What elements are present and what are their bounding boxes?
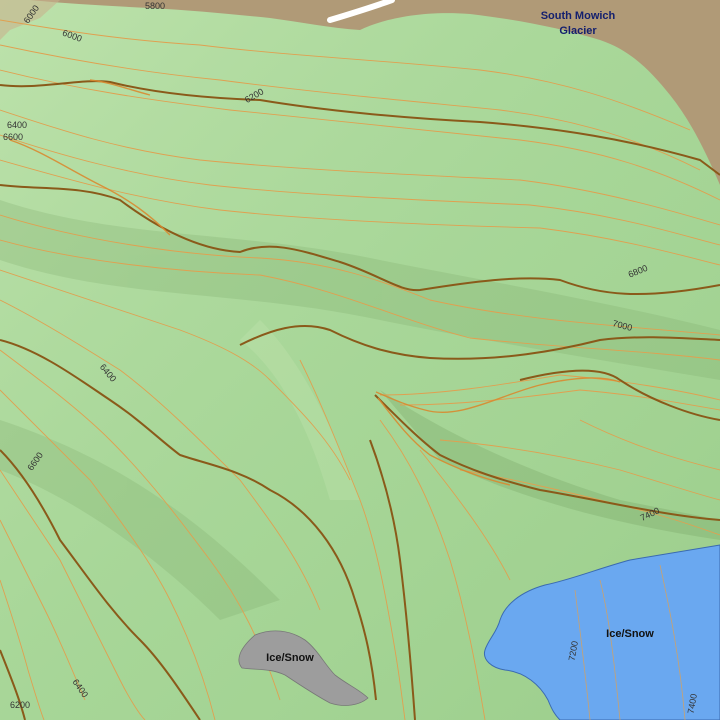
topographic-map[interactable]: 5800 6000 6000 6200 6400 6600 6800 7000 …	[0, 0, 720, 720]
glacier-name-line1: South Mowich	[541, 10, 616, 22]
contour-label: 6400	[7, 120, 27, 130]
glacier-name-line2: Glacier	[559, 25, 597, 37]
contour-label: 5800	[145, 1, 165, 11]
ice-snow-gray-label: Ice/Snow	[266, 652, 314, 664]
contour-label: 6600	[3, 132, 23, 142]
contour-label: 6200	[10, 700, 30, 710]
map-canvas[interactable]: 5800 6000 6000 6200 6400 6600 6800 7000 …	[0, 0, 720, 720]
ice-snow-blue-label: Ice/Snow	[606, 628, 654, 640]
